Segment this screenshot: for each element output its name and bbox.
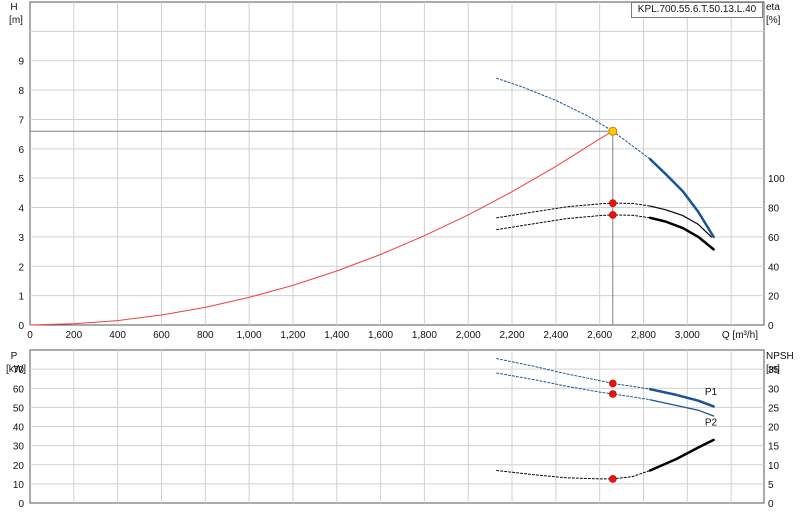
y-tick-label-left: 9 bbox=[18, 57, 24, 68]
x-tick-label: 1,800 bbox=[412, 330, 437, 341]
y-tick-label-right: 25 bbox=[768, 403, 780, 414]
y-tick-label-right: 20 bbox=[768, 292, 780, 303]
x-tick-label: 2,000 bbox=[456, 330, 481, 341]
y-tick-label-right: 60 bbox=[768, 233, 780, 244]
left-axis-unit: [m] bbox=[9, 15, 23, 26]
efficiency-upper-point-marker bbox=[609, 199, 617, 207]
x-tick-label: 200 bbox=[65, 330, 82, 341]
right-axis-title: eta bbox=[766, 2, 780, 13]
left-axis-title: H bbox=[10, 2, 17, 13]
y-tick-label-right: 100 bbox=[768, 174, 785, 185]
x-tick-label: 800 bbox=[197, 330, 214, 341]
series-label-p2: P2 bbox=[705, 418, 718, 429]
y-tick-label-left: 5 bbox=[18, 174, 24, 185]
y-tick-label-left: 40 bbox=[13, 423, 25, 434]
left-axis-title: P bbox=[11, 351, 18, 362]
y-tick-label-left: 50 bbox=[13, 403, 25, 414]
npsh-point-marker bbox=[609, 475, 617, 483]
y-tick-label-left: 4 bbox=[18, 204, 24, 215]
x-tick-label: 1,000 bbox=[237, 330, 262, 341]
series-label-p1: P1 bbox=[705, 387, 718, 398]
x-tick-label: 0 bbox=[27, 330, 33, 341]
x-tick-label: 2,400 bbox=[543, 330, 568, 341]
x-tick-label: 3,000 bbox=[675, 330, 700, 341]
y-tick-label-left: 0 bbox=[18, 321, 24, 332]
y-tick-label-right: 30 bbox=[768, 384, 780, 395]
x-tick-label: 600 bbox=[153, 330, 170, 341]
y-tick-label-left: 3 bbox=[18, 233, 24, 244]
y-tick-label-left: 1 bbox=[18, 292, 24, 303]
left-axis-unit: [kW] bbox=[6, 364, 26, 375]
x-tick-label: 2,800 bbox=[631, 330, 656, 341]
x-tick-label: 400 bbox=[109, 330, 126, 341]
y-tick-label-left: 30 bbox=[13, 442, 25, 453]
y-tick-label-left: 2 bbox=[18, 262, 24, 273]
duty-point-marker bbox=[608, 126, 618, 136]
x-tick-label: 1,600 bbox=[368, 330, 393, 341]
efficiency-lower-point-marker bbox=[609, 211, 617, 219]
y-tick-label-right: 10 bbox=[768, 461, 780, 472]
x-axis-title: Q [m³/h] bbox=[722, 330, 758, 341]
y-tick-label-right: 15 bbox=[768, 442, 780, 453]
y-tick-label-right: 0 bbox=[768, 321, 774, 332]
y-tick-label-right: 40 bbox=[768, 262, 780, 273]
y-tick-label-left: 7 bbox=[18, 115, 24, 126]
y-tick-label-left: 60 bbox=[13, 384, 25, 395]
y-tick-label-right: 5 bbox=[768, 480, 774, 491]
x-tick-label: 2,200 bbox=[500, 330, 525, 341]
y-tick-label-right: 20 bbox=[768, 423, 780, 434]
pump-performance-chart: 0 1 2 3 4 5 6 7 8 9 0 20 40 60 80 100 H [m] eta [%] 0 200 400 6… bbox=[0, 0, 800, 520]
y-tick-label-left: 6 bbox=[18, 145, 24, 156]
y-tick-label-left: 0 bbox=[18, 499, 24, 510]
x-tick-label: 2,600 bbox=[587, 330, 612, 341]
right-axis-unit: [%] bbox=[766, 15, 781, 26]
y-tick-label-right: 80 bbox=[768, 204, 780, 215]
right-axis-unit: [m] bbox=[766, 364, 780, 375]
x-tick-label: 1,400 bbox=[324, 330, 349, 341]
x-tick-label: 1,200 bbox=[280, 330, 305, 341]
chart-canvas: 0123456789020406080100H[m]eta[%]0 200 400 6… bbox=[6, 1, 794, 510]
y-tick-label-left: 20 bbox=[13, 461, 25, 472]
model-label: KPL.700.55.6.T.50.13.L.40 bbox=[631, 2, 763, 18]
y-tick-label-right: 0 bbox=[768, 499, 774, 510]
p1-point-marker bbox=[609, 379, 617, 388]
y-tick-label-left: 8 bbox=[18, 86, 24, 97]
right-axis-title: NPSH bbox=[766, 351, 794, 362]
p2-point-marker bbox=[609, 390, 617, 398]
y-tick-label-left: 10 bbox=[13, 480, 25, 491]
